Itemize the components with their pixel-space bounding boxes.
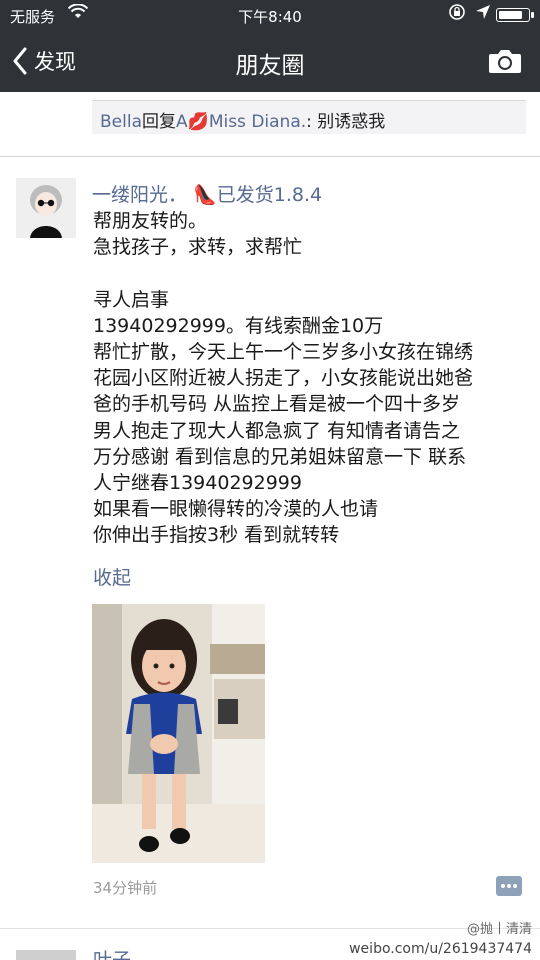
post-line: 帮忙扩散，今天上午一个三岁多小女孩在锦绣 — [93, 340, 474, 363]
post-timestamp: 34分钟前 — [93, 879, 158, 897]
post-line: 急找孩子，求转，求帮忙 — [93, 236, 303, 259]
post-line: 花园小区附近被人拐走了，小女孩能说出她爸 — [93, 367, 474, 390]
battery-level-fill — [499, 11, 522, 19]
post-line: 爸的手机号码 从监控上看是被一个四十多岁 — [93, 393, 461, 416]
post-line: 男人抱走了现大人都急疯了 有知情者请告之 — [93, 419, 461, 442]
watermark-user: @抛丨清清 — [466, 922, 532, 937]
little-girl-photo[interactable] — [92, 604, 265, 863]
avatar[interactable] — [16, 950, 76, 960]
next-post-author[interactable]: 叶子 — [93, 950, 131, 960]
watermark-url: weibo.com/u/2619437474 — [349, 941, 532, 957]
location-arrow-icon — [475, 3, 491, 25]
post-author[interactable]: 一缕阳光． 👠已发货1.8.4 — [92, 180, 322, 207]
post-line: 帮朋友转的。 — [93, 210, 208, 232]
author-suffix: 已发货1.8.4 — [216, 184, 323, 206]
battery-icon — [496, 8, 534, 22]
comment-target-prefix[interactable]: A — [176, 112, 188, 132]
high-heel-icon: 👠 — [193, 184, 217, 206]
avatar[interactable] — [16, 178, 76, 238]
orientation-lock-icon — [448, 3, 466, 25]
collapse-link[interactable]: 收起 — [93, 563, 131, 590]
camera-icon[interactable] — [488, 48, 522, 74]
page-title: 朋友圈 — [235, 53, 305, 79]
comment-author[interactable]: Bella — [100, 112, 142, 132]
status-bar: 无服务 下午8:40 — [0, 0, 540, 30]
reply-word: 回复 — [142, 112, 176, 132]
post-line: 如果看一眼懒得转的冷漠的人也请 — [93, 498, 379, 521]
comment-bubble-icon[interactable] — [496, 876, 522, 896]
post-line: 万分感谢 看到信息的兄弟姐妹留意一下 联系 — [93, 445, 467, 468]
comment-text: : 别诱惑我 — [306, 112, 386, 132]
weibo-watermark: @抛丨清清 weibo.com/u/2619437474 — [349, 918, 532, 957]
author-name: 一缕阳光． — [92, 184, 188, 206]
kiss-lips-icon: 💋 — [187, 112, 209, 132]
post-line: 人宁继春13940292999 — [93, 471, 302, 494]
comment-box: Bella回复A💋Miss Diana.: 别诱惑我 — [92, 100, 526, 134]
post-text: 帮朋友转的。 急找孩子，求转，求帮忙 寻人启事 13940292999。有线索酬… — [93, 208, 533, 548]
post-line: 寻人启事 — [93, 288, 170, 311]
post-line: 13940292999。有线索酬金10万 — [93, 314, 384, 337]
nav-bar: 发现 朋友圈 — [0, 30, 540, 92]
comment-target-name[interactable]: Miss Diana. — [209, 112, 306, 132]
post-line — [93, 260, 533, 286]
divider — [0, 156, 540, 157]
post-line: 你伸出手指按3秒 看到就转转 — [93, 524, 340, 547]
comment-line[interactable]: Bella回复A💋Miss Diana.: 别诱惑我 — [100, 107, 385, 132]
